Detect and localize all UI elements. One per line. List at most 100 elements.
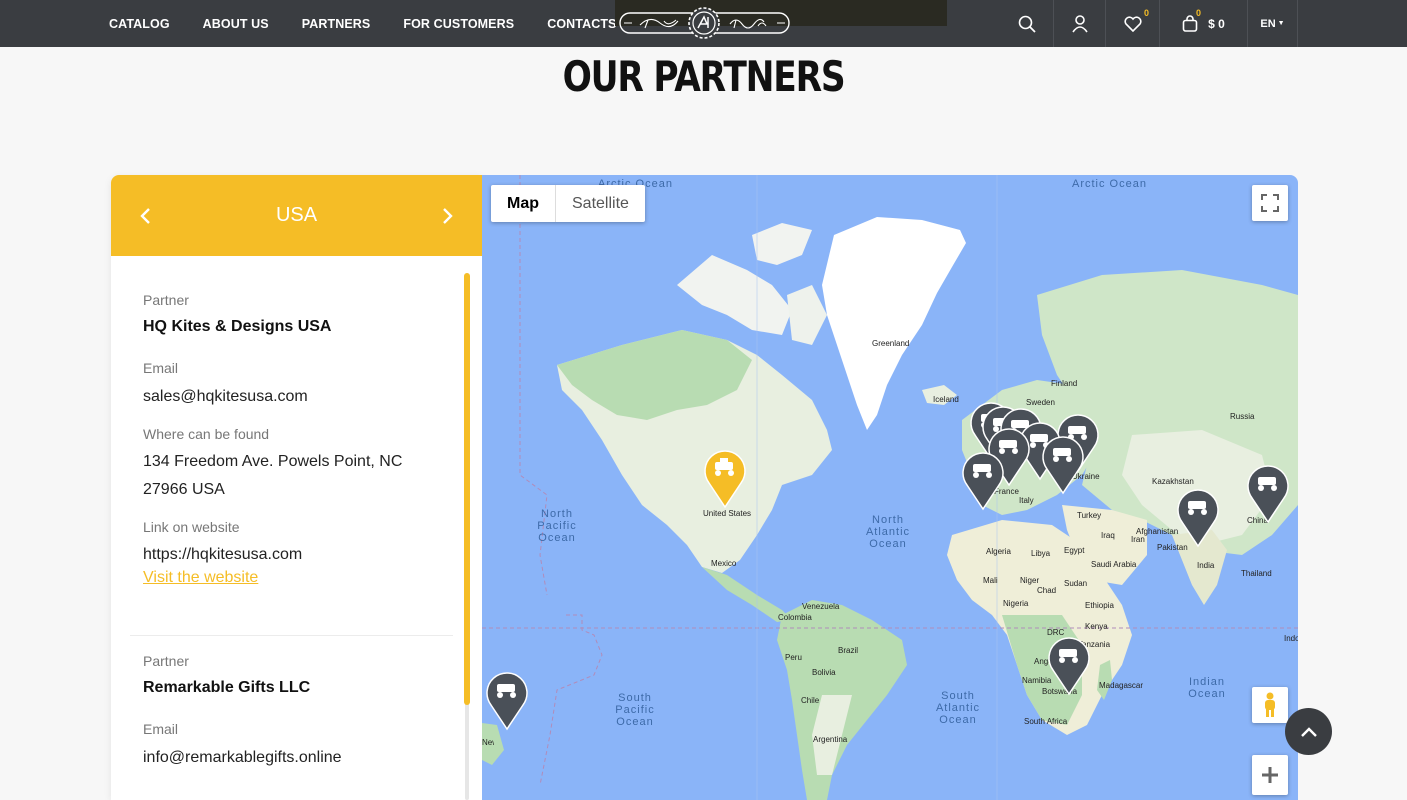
address-line-2: 27966 USA [143,481,225,498]
partner-label: Partner [143,653,189,669]
street-view-pegman[interactable] [1252,687,1288,723]
page-title: OUR PARTNERS [562,52,846,101]
place-label: Algeria [986,547,1011,556]
place-label: Italy [1019,496,1034,505]
visit-website-link[interactable]: Visit the website [143,569,258,586]
place-label: Indo [1284,634,1298,643]
map-marker[interactable] [960,449,1006,511]
top-navigation-bar: CATALOG ABOUT US PARTNERS FOR CUSTOMERS … [0,0,1407,47]
place-label: Egypt [1064,546,1085,555]
ocean-label: North Pacific Ocean [537,508,577,544]
map-type-map-button[interactable]: Map [491,185,556,222]
wishlist-button[interactable]: 0 [1105,0,1159,47]
cart-count-badge: 0 [1196,8,1202,18]
place-label: Mali [983,576,998,585]
partner-name: HQ Kites & Designs USA [143,318,332,335]
place-label: Iraq [1101,531,1115,540]
place-label: Colombia [778,613,812,622]
nav-for-customers[interactable]: FOR CUSTOMERS [403,17,514,31]
map-marker[interactable] [1175,486,1221,548]
map-marker[interactable] [484,669,530,731]
search-button[interactable] [1000,0,1053,47]
place-label: Ethiopia [1085,601,1114,610]
wishlist-count-badge: 0 [1144,8,1150,18]
pegman-icon [1265,692,1275,717]
country-name: USA [275,204,318,226]
cart-total: $ 0 [1208,16,1225,31]
main-menu: CATALOG ABOUT US PARTNERS FOR CUSTOMERS … [109,0,650,47]
partner-website: https://hqkitesusa.com [143,546,303,563]
ocean-label: Arctic Ocean [1072,178,1147,190]
caret-down-icon: ▼ [1277,20,1285,27]
chevron-right-icon [443,207,453,224]
nav-contacts[interactable]: CONTACTS [547,17,616,31]
place-label: Argentina [813,735,848,744]
scrollbar-thumb[interactable] [464,273,470,705]
language-selector[interactable]: EN ▼ [1247,0,1298,47]
place-label: New Zealand [482,738,494,747]
partner-name: Remarkable Gifts LLC [143,679,311,696]
place-label: Chile [801,696,820,705]
place-label: Venezuela [802,602,840,611]
website-label: Link on website [143,519,240,535]
language-code: EN [1260,17,1276,30]
partners-map[interactable]: Arctic Ocean Arctic Ocean North Pacific … [482,175,1298,800]
place-label: Mexico [711,559,737,568]
map-marker[interactable] [1040,433,1086,495]
cart-button[interactable]: 0 $ 0 [1159,0,1247,47]
place-label: Iceland [933,395,959,404]
place-label: Bolivia [812,668,836,677]
email-label: Email [143,721,179,737]
zoom-in-button[interactable] [1252,755,1288,795]
nav-catalog[interactable]: CATALOG [109,17,170,31]
partners-panel: USA Partner HQ Kites & Designs USA Email… [111,175,482,800]
ocean-label: South Atlantic Ocean [935,690,981,726]
place-label: United States [703,509,752,518]
country-switcher: USA [111,175,482,256]
nav-about-us[interactable]: ABOUT US [203,17,269,31]
place-label: Saudi Arabia [1091,560,1137,569]
place-label: South Africa [1024,717,1068,726]
map-type-satellite-button[interactable]: Satellite [556,185,645,222]
place-label: Kenya [1085,622,1108,631]
map-type-control: Map Satellite [491,185,645,222]
place-label: Turkey [1077,511,1102,520]
site-logo[interactable] [618,6,791,40]
place-label: Greenland [872,339,910,348]
place-label: Peru [785,653,802,662]
partner-entry: Partner Remarkable Gifts LLC Email info@… [111,653,451,772]
place-label: Sudan [1064,579,1088,588]
next-country-button[interactable] [440,206,456,226]
map-marker[interactable] [1046,634,1092,696]
address-line-1: 134 Freedom Ave. Powels Point, NC [143,453,403,470]
search-icon [1018,15,1036,33]
scroll-to-top-button[interactable] [1285,708,1332,755]
header-tools: 0 0 $ 0 EN ▼ [1000,0,1298,47]
place-label: Russia [1230,412,1255,421]
partner-email: info@remarkablegifts.online [143,749,342,766]
place-label: Niger [1020,576,1040,585]
place-label: Iran [1131,535,1145,544]
plus-icon [1262,767,1278,783]
heart-icon [1123,15,1142,32]
partner-list[interactable]: Partner HQ Kites & Designs USA Email sal… [111,256,482,800]
partner-email: sales@hqkitesusa.com [143,388,308,405]
place-label: Brazil [838,646,859,655]
place-label: Nigeria [1003,599,1029,608]
previous-country-button[interactable] [137,206,153,226]
place-label: Kazakhstan [1152,477,1194,486]
map-marker-active[interactable] [702,447,748,509]
fullscreen-icon [1261,194,1279,212]
account-button[interactable] [1053,0,1105,47]
fullscreen-button[interactable] [1252,185,1288,221]
partner-entry: Partner HQ Kites & Designs USA Email sal… [111,292,451,587]
place-label: Libya [1031,549,1051,558]
place-label: India [1197,561,1215,570]
ocean-label: North Atlantic Ocean [865,514,911,550]
chevron-left-icon [140,207,150,224]
place-label: Finland [1051,379,1078,388]
nav-partners[interactable]: PARTNERS [302,17,371,31]
place-label: Madagascar [1099,681,1144,690]
map-marker[interactable] [1245,462,1291,524]
entry-divider [130,635,453,636]
